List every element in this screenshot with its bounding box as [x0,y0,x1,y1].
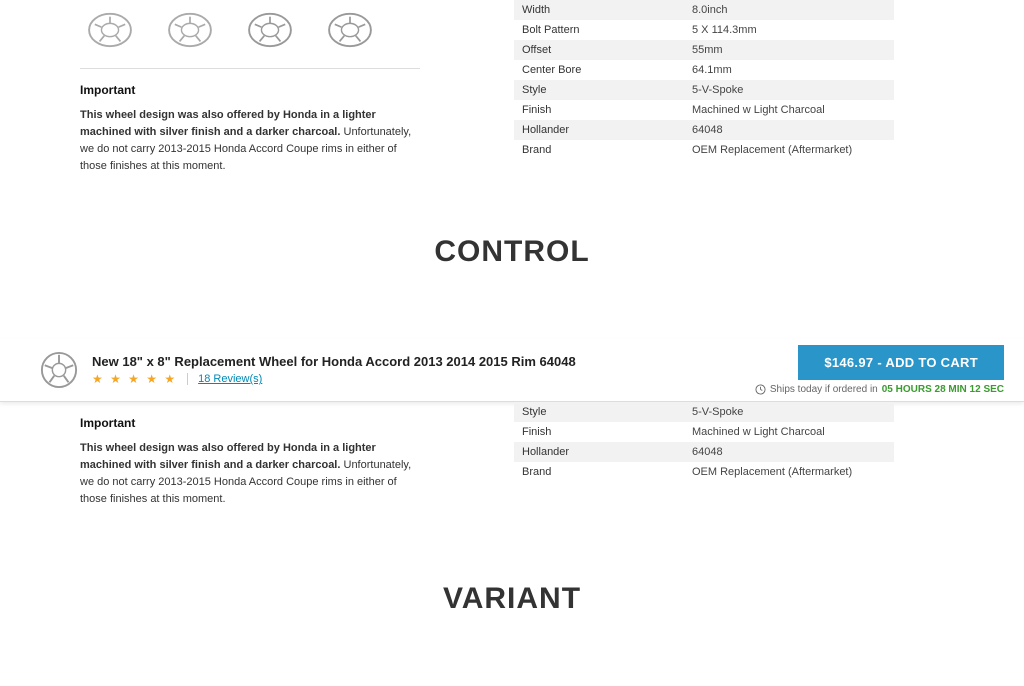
spec-value: 64048 [692,124,886,136]
spec-label: Style [522,84,692,96]
spec-table-control: Width8.0inchBolt Pattern5 X 114.3mmOffse… [514,0,894,160]
spec-row: FinishMachined w Light Charcoal [514,100,894,120]
cart-block: $146.97 - ADD TO CART Ships today if ord… [755,345,1004,395]
spec-label: Finish [522,104,692,116]
spec-row: Hollander64048 [514,442,894,462]
important-text: This wheel design was also offered by Ho… [80,107,420,175]
spec-row: Center Bore64.1mm [514,60,894,80]
spec-label: Bolt Pattern [522,24,692,36]
spec-label: Offset [522,44,692,56]
spec-value: 5-V-Spoke [692,406,886,418]
spec-label: Brand [522,144,692,156]
product-title: New 18" x 8" Replacement Wheel for Honda… [92,354,755,369]
reviews-link[interactable]: 18 Review(s) [187,373,262,385]
spec-row: BrandOEM Replacement (Aftermarket) [514,140,894,160]
spec-label: Style [522,406,692,418]
spec-table-variant: Style5-V-SpokeFinishMachined w Light Cha… [514,402,894,482]
spec-label: Center Bore [522,64,692,76]
clock-icon [755,384,766,395]
spec-label: Finish [522,426,692,438]
spec-value: 5 X 114.3mm [692,24,886,36]
spec-value: 5-V-Spoke [692,84,886,96]
rating-row: ★ ★ ★ ★ ★ 18 Review(s) [92,372,755,386]
spec-value: Machined w Light Charcoal [692,426,886,438]
important-note: Important This wheel design was also off… [80,83,420,175]
important-note-variant: Important This wheel design was also off… [80,416,420,508]
variant-section: New 18" x 8" Replacement Wheel for Honda… [0,339,1024,522]
spec-row: BrandOEM Replacement (Aftermarket) [514,462,894,482]
spec-value: 8.0inch [692,4,886,16]
shipping-countdown: Ships today if ordered in 05 HOURS 28 MI… [755,384,1004,395]
variant-body: Important This wheel design was also off… [0,402,1024,522]
ship-prefix: Ships today if ordered in [770,384,878,395]
wheel-thumb-4[interactable] [320,10,380,50]
divider [80,68,420,69]
spec-label: Brand [522,466,692,478]
spec-row: FinishMachined w Light Charcoal [514,422,894,442]
sticky-product-bar: New 18" x 8" Replacement Wheel for Honda… [0,339,1024,402]
spec-label: Hollander [522,446,692,458]
wheel-thumb-1[interactable] [80,10,140,50]
important-heading: Important [80,83,420,97]
ship-countdown: 05 HOURS 28 MIN 12 SEC [882,384,1004,395]
wheel-thumb-3[interactable] [240,10,300,50]
spec-value: OEM Replacement (Aftermarket) [692,466,886,478]
spec-value: 55mm [692,44,886,56]
wheel-icon [40,351,78,389]
spec-row: Style5-V-Spoke [514,402,894,422]
important-text: This wheel design was also offered by Ho… [80,440,420,508]
spec-row: Width8.0inch [514,0,894,20]
spec-row: Style5-V-Spoke [514,80,894,100]
spec-label: Hollander [522,124,692,136]
spec-label: Width [522,4,692,16]
spec-value: 64.1mm [692,64,886,76]
spec-row: Hollander64048 [514,120,894,140]
wheel-thumb-2[interactable] [160,10,220,50]
spec-value: Machined w Light Charcoal [692,104,886,116]
spec-value: 64048 [692,446,886,458]
title-block: New 18" x 8" Replacement Wheel for Honda… [92,354,755,386]
control-section: Important This wheel design was also off… [0,0,1024,175]
control-label: CONTROL [0,235,1024,269]
spec-value: OEM Replacement (Aftermarket) [692,144,886,156]
spec-row: Offset55mm [514,40,894,60]
spec-row: Bolt Pattern5 X 114.3mm [514,20,894,40]
add-to-cart-button[interactable]: $146.97 - ADD TO CART [798,345,1004,380]
important-heading: Important [80,416,420,430]
star-rating: ★ ★ ★ ★ ★ [92,372,177,386]
variant-label: VARIANT [0,582,1024,616]
